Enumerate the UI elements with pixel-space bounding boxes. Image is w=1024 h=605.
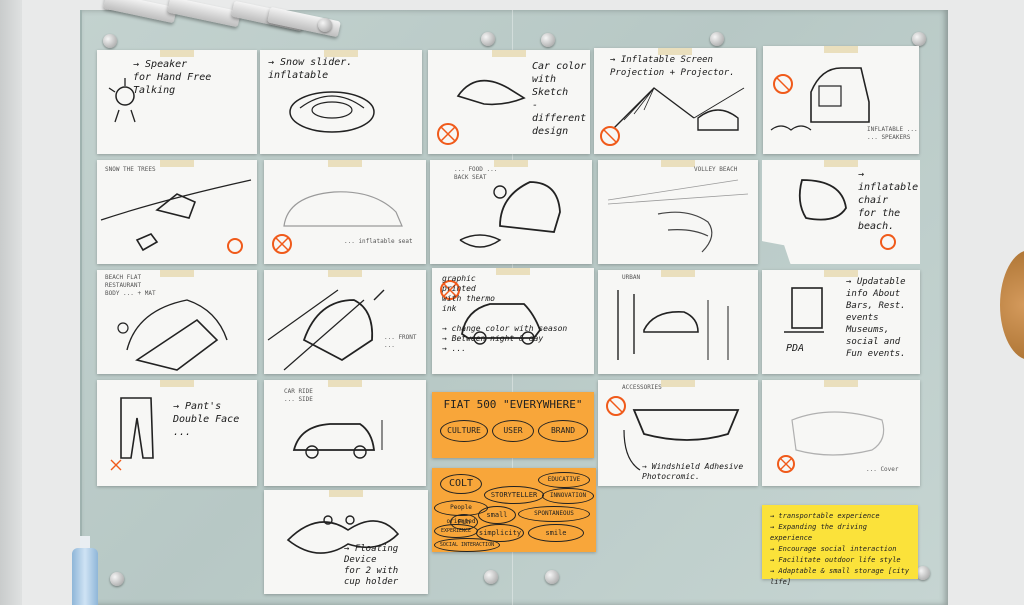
sticky-list: → transportable experience → Expanding t… <box>762 505 918 588</box>
pin-icon <box>916 566 930 580</box>
card-caption: INFLATABLE ... ... SPEAKERS <box>867 126 918 141</box>
oval-smile: smile <box>528 524 584 542</box>
colt-card[interactable]: COLT STORYTELLER EDUCATIVE INNOVATION Pe… <box>432 468 596 552</box>
card-text: → Updatable info About Bars, Rest. event… <box>846 277 906 359</box>
cork-board-edge <box>1000 250 1024 360</box>
oval-spontaneous: SPONTANEOUS <box>518 506 590 522</box>
wall-edge <box>0 0 22 605</box>
oval-colt-title: COLT <box>440 474 482 494</box>
card-text: → Pant's Double Face ... <box>173 401 240 438</box>
card-road-car[interactable]: ... FRONT ... <box>264 270 426 374</box>
card-car-rain[interactable]: CAR RIDE ... SIDE <box>264 380 426 486</box>
card-updatable-info[interactable]: → Updatable info About Bars, Rest. event… <box>762 270 920 374</box>
card-windshield[interactable]: ACCESSORIES → Windshield Adhesive Photoc… <box>598 380 758 486</box>
summary-sticky-note[interactable]: → transportable experience → Expanding t… <box>762 505 918 586</box>
fiat-title: FIAT 500 "EVERYWHERE" <box>443 398 583 411</box>
card-text: → Speaker for Hand Free Talking <box>133 59 212 96</box>
card-text: → Windshield Adhesive Photocromic. <box>642 462 744 481</box>
card-caption: URBAN <box>622 274 641 281</box>
oval-experience: EXPERIENCE <box>434 524 478 538</box>
card-street-scene[interactable]: URBAN <box>598 270 758 374</box>
card-text: graphic printed with thermo ink → change… <box>442 274 568 353</box>
card-text: → Floating Device for 2 with cup holder <box>344 544 399 587</box>
card-flower-car[interactable]: ... FOOD ... BACK SEAT <box>430 160 592 264</box>
street-scene-sketch <box>617 290 729 360</box>
card-graphic-painted[interactable]: graphic printed with thermo ink → change… <box>432 268 594 374</box>
pin-icon <box>103 34 117 48</box>
oval-culture: CULTURE <box>440 420 488 442</box>
pin-icon <box>541 33 555 47</box>
sticky-item: → transportable experience <box>770 512 880 520</box>
card-snow-trees[interactable]: SNOW THE TREES <box>97 160 257 264</box>
card-car-color[interactable]: Car color with Sketch - different design <box>428 50 590 154</box>
card-faint-sketch[interactable]: ... Cover <box>762 380 920 486</box>
card-caption: SNOW THE TREES <box>105 166 156 173</box>
card-beach-road[interactable]: VOLLEY BEACH <box>598 160 758 264</box>
spray-bottle <box>72 548 98 605</box>
oval-user: USER <box>492 420 534 442</box>
snow-trees-sketch <box>100 179 252 254</box>
card-caption: VOLLEY BEACH <box>694 166 738 173</box>
card-caption: CAR RIDE ... SIDE <box>284 388 313 403</box>
sticky-item: → Expanding the driving experience <box>770 523 867 542</box>
oval-storyteller: STORYTELLER <box>484 486 544 504</box>
oval-small: small <box>478 506 516 524</box>
oval-educative: EDUCATIVE <box>538 472 590 488</box>
card-caption: BEACH FLAT RESTAURANT BODY ... + MAT <box>105 274 156 297</box>
card-floating-device[interactable]: → Floating Device for 2 with cup holder <box>264 490 428 594</box>
pin-icon <box>912 32 926 46</box>
card-caption: PDA <box>786 343 805 354</box>
card-caption: ... inflatable seat <box>344 238 413 245</box>
card-inflatable-screen[interactable]: → Inflatable Screen Projection + Project… <box>594 48 756 154</box>
oval-brand: BRAND <box>538 420 588 442</box>
card-caption: ... FRONT ... <box>384 334 417 349</box>
card-snow-slider[interactable]: → Snow slider. inflatable <box>260 50 422 154</box>
card-text: → Snow slider. inflatable <box>268 57 353 81</box>
pin-icon <box>481 32 495 46</box>
card-text: → Inflatable Screen Projection + Project… <box>610 55 735 78</box>
card-inflatable-chair[interactable]: → inflatable chair for the beach. <box>762 160 920 264</box>
sticky-item: → Encourage social interaction <box>770 545 897 553</box>
card-car-outline[interactable]: ... inflatable seat <box>264 160 426 264</box>
car-outline-sketch <box>272 191 403 254</box>
card-caption: ... FOOD ... BACK SEAT <box>454 166 498 181</box>
sticky-item: → Facilitate outdoor life style <box>770 556 901 564</box>
pin-icon <box>110 572 124 586</box>
oval-social-interaction: SOCIAL INTERACTION <box>434 538 500 552</box>
pin-icon <box>318 18 332 32</box>
road-car-sketch <box>267 289 385 371</box>
fiat-everywhere-card[interactable]: FIAT 500 "EVERYWHERE" CULTURE USER BRAND <box>432 392 594 458</box>
pin-icon <box>484 570 498 584</box>
beach-road-sketch <box>607 179 749 253</box>
card-speaker[interactable]: → Speaker for Hand Free Talking <box>97 50 257 154</box>
card-text: Car color with Sketch - different design <box>532 61 587 137</box>
sticky-item: → Adaptable & small storage [city life] <box>770 567 910 586</box>
card-caption: ... Cover <box>866 466 899 473</box>
card-hatch-car[interactable]: INFLATABLE ... ... SPEAKERS <box>763 46 919 154</box>
oval-innovation: INNOVATION <box>542 488 594 504</box>
pin-icon <box>545 570 559 584</box>
card-pants[interactable]: → Pant's Double Face ... <box>97 380 257 486</box>
card-beach-flat[interactable]: BEACH FLAT RESTAURANT BODY ... + MAT <box>97 270 257 374</box>
card-text: → inflatable chair for the beach. <box>858 169 919 232</box>
pin-icon <box>710 32 724 46</box>
card-caption: ACCESSORIES <box>622 384 662 391</box>
